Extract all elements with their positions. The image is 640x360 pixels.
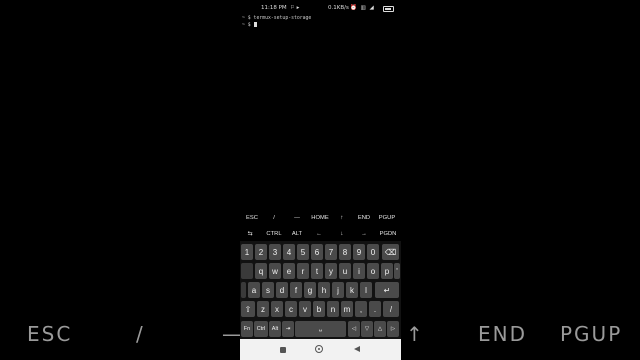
clock: 11:18 PM: [261, 5, 287, 11]
key-5[interactable]: 5: [297, 244, 309, 260]
key-x[interactable]: x: [271, 301, 283, 317]
soft-keyboard: 1 2 3 4 5 6 7 8 9 0 ⌫ q w e r t y u i o …: [240, 241, 401, 339]
key-l[interactable]: l: [360, 282, 372, 298]
recents-icon[interactable]: [280, 347, 286, 353]
arrow-right-kbd[interactable]: ▷: [387, 321, 399, 337]
home-icon[interactable]: [315, 345, 323, 353]
tab-key[interactable]: ⇆: [245, 231, 255, 237]
home-key[interactable]: HOME: [309, 215, 331, 221]
key-2[interactable]: 2: [255, 244, 267, 260]
esc-key[interactable]: ESC: [244, 215, 260, 221]
fn-key[interactable]: Fn: [241, 321, 253, 337]
notification-icons: ⚐ ▸: [290, 5, 300, 11]
key-i[interactable]: i: [353, 263, 365, 279]
bg-pgup-key: PGUP: [560, 322, 623, 346]
terminal-output[interactable]: ~ $ termux-setup-storage ~ $: [242, 16, 311, 29]
key-9[interactable]: 9: [353, 244, 365, 260]
key-h[interactable]: h: [318, 282, 330, 298]
key-q[interactable]: q: [255, 263, 267, 279]
key-apostrophe[interactable]: ': [394, 263, 400, 279]
space-bar[interactable]: ␣: [295, 321, 346, 337]
key-y[interactable]: y: [325, 263, 337, 279]
number-row: 1 2 3 4 5 6 7 8 9 0 ⌫: [240, 243, 401, 260]
key-e[interactable]: e: [283, 263, 295, 279]
phone-screen: 11:18 PM ⚐ ▸ 0.1KB/s ⏰ ▥ ◢ ~ $ termux-se…: [240, 0, 401, 360]
arrow-down-kbd[interactable]: ▽: [361, 321, 373, 337]
key-o[interactable]: o: [367, 263, 379, 279]
shift-key[interactable]: ⇧: [241, 301, 255, 317]
pgup-key[interactable]: PGUP: [376, 215, 398, 221]
zxcv-row: ⇧ z x c v b n m , . /: [240, 300, 401, 317]
key-k[interactable]: k: [346, 282, 358, 298]
key-u[interactable]: u: [339, 263, 351, 279]
key-f[interactable]: f: [290, 282, 302, 298]
key-m[interactable]: m: [341, 301, 353, 317]
back-icon[interactable]: [354, 346, 360, 352]
extra-keys-row-1: ESC / — HOME ↑ END PGUP: [240, 212, 401, 226]
arrow-right-key[interactable]: →: [360, 231, 368, 237]
network-speed: 0.1KB/s: [328, 5, 349, 11]
bottom-row: Fn Ctrl Alt ⇥ ␣ ◁ ▽ △ ▷: [240, 320, 401, 337]
bg-up-key: ↑: [406, 322, 425, 346]
key-s[interactable]: s: [262, 282, 274, 298]
key-period[interactable]: .: [369, 301, 381, 317]
prompt: ~ $: [242, 23, 254, 28]
key-3[interactable]: 3: [269, 244, 281, 260]
arrow-up-kbd[interactable]: △: [374, 321, 386, 337]
bg-esc-key: ESC: [27, 322, 73, 346]
pgdn-key[interactable]: PGDN: [377, 231, 399, 237]
tab-key-kbd[interactable]: ⇥: [282, 321, 294, 337]
key-a[interactable]: a: [248, 282, 260, 298]
enter-key[interactable]: ↵: [375, 282, 399, 298]
key-n[interactable]: n: [327, 301, 339, 317]
key-t[interactable]: t: [311, 263, 323, 279]
extra-keys-row-2: ⇆ CTRL ALT ← ↓ → PGDN: [240, 228, 401, 242]
alt-key[interactable]: ALT: [290, 231, 304, 237]
key-v[interactable]: v: [299, 301, 311, 317]
arrow-up-key[interactable]: ↑: [338, 215, 346, 221]
slash-key[interactable]: /: [270, 215, 278, 221]
key-z[interactable]: z: [257, 301, 269, 317]
key-7[interactable]: 7: [325, 244, 337, 260]
alt-key-kbd[interactable]: Alt: [269, 321, 281, 337]
key-g[interactable]: g: [304, 282, 316, 298]
key-j[interactable]: j: [332, 282, 344, 298]
arrow-down-key[interactable]: ↓: [338, 231, 346, 237]
cursor: [253, 22, 257, 27]
spacer-key-left: [241, 282, 246, 298]
terminal-prompt-line[interactable]: ~ $: [242, 22, 311, 29]
asdf-row: a s d f g h j k l ↵: [240, 281, 401, 298]
backspace-key[interactable]: ⌫: [382, 244, 399, 260]
key-4[interactable]: 4: [283, 244, 295, 260]
key-6[interactable]: 6: [311, 244, 323, 260]
key-b[interactable]: b: [313, 301, 325, 317]
key-c[interactable]: c: [285, 301, 297, 317]
dash-key[interactable]: —: [292, 215, 302, 221]
spacer-key: [241, 263, 253, 279]
end-key[interactable]: END: [356, 215, 372, 221]
key-8[interactable]: 8: [339, 244, 351, 260]
arrow-left-kbd[interactable]: ◁: [348, 321, 360, 337]
key-w[interactable]: w: [269, 263, 281, 279]
ctrl-key[interactable]: CTRL: [265, 231, 283, 237]
ctrl-key-kbd[interactable]: Ctrl: [254, 321, 268, 337]
key-slash[interactable]: /: [383, 301, 399, 317]
navigation-bar: [240, 339, 401, 360]
key-r[interactable]: r: [297, 263, 309, 279]
signal-icons: ⏰ ▥ ◢: [350, 5, 375, 11]
qwerty-row: q w e r t y u i o p ': [240, 262, 401, 279]
key-p[interactable]: p: [381, 263, 393, 279]
battery-icon: [383, 6, 394, 12]
key-0[interactable]: 0: [367, 244, 379, 260]
bg-slash-key: /: [136, 322, 145, 346]
key-1[interactable]: 1: [241, 244, 253, 260]
key-d[interactable]: d: [276, 282, 288, 298]
key-comma[interactable]: ,: [355, 301, 367, 317]
arrow-left-key[interactable]: ←: [315, 231, 323, 237]
bg-end-key: END: [478, 322, 527, 346]
